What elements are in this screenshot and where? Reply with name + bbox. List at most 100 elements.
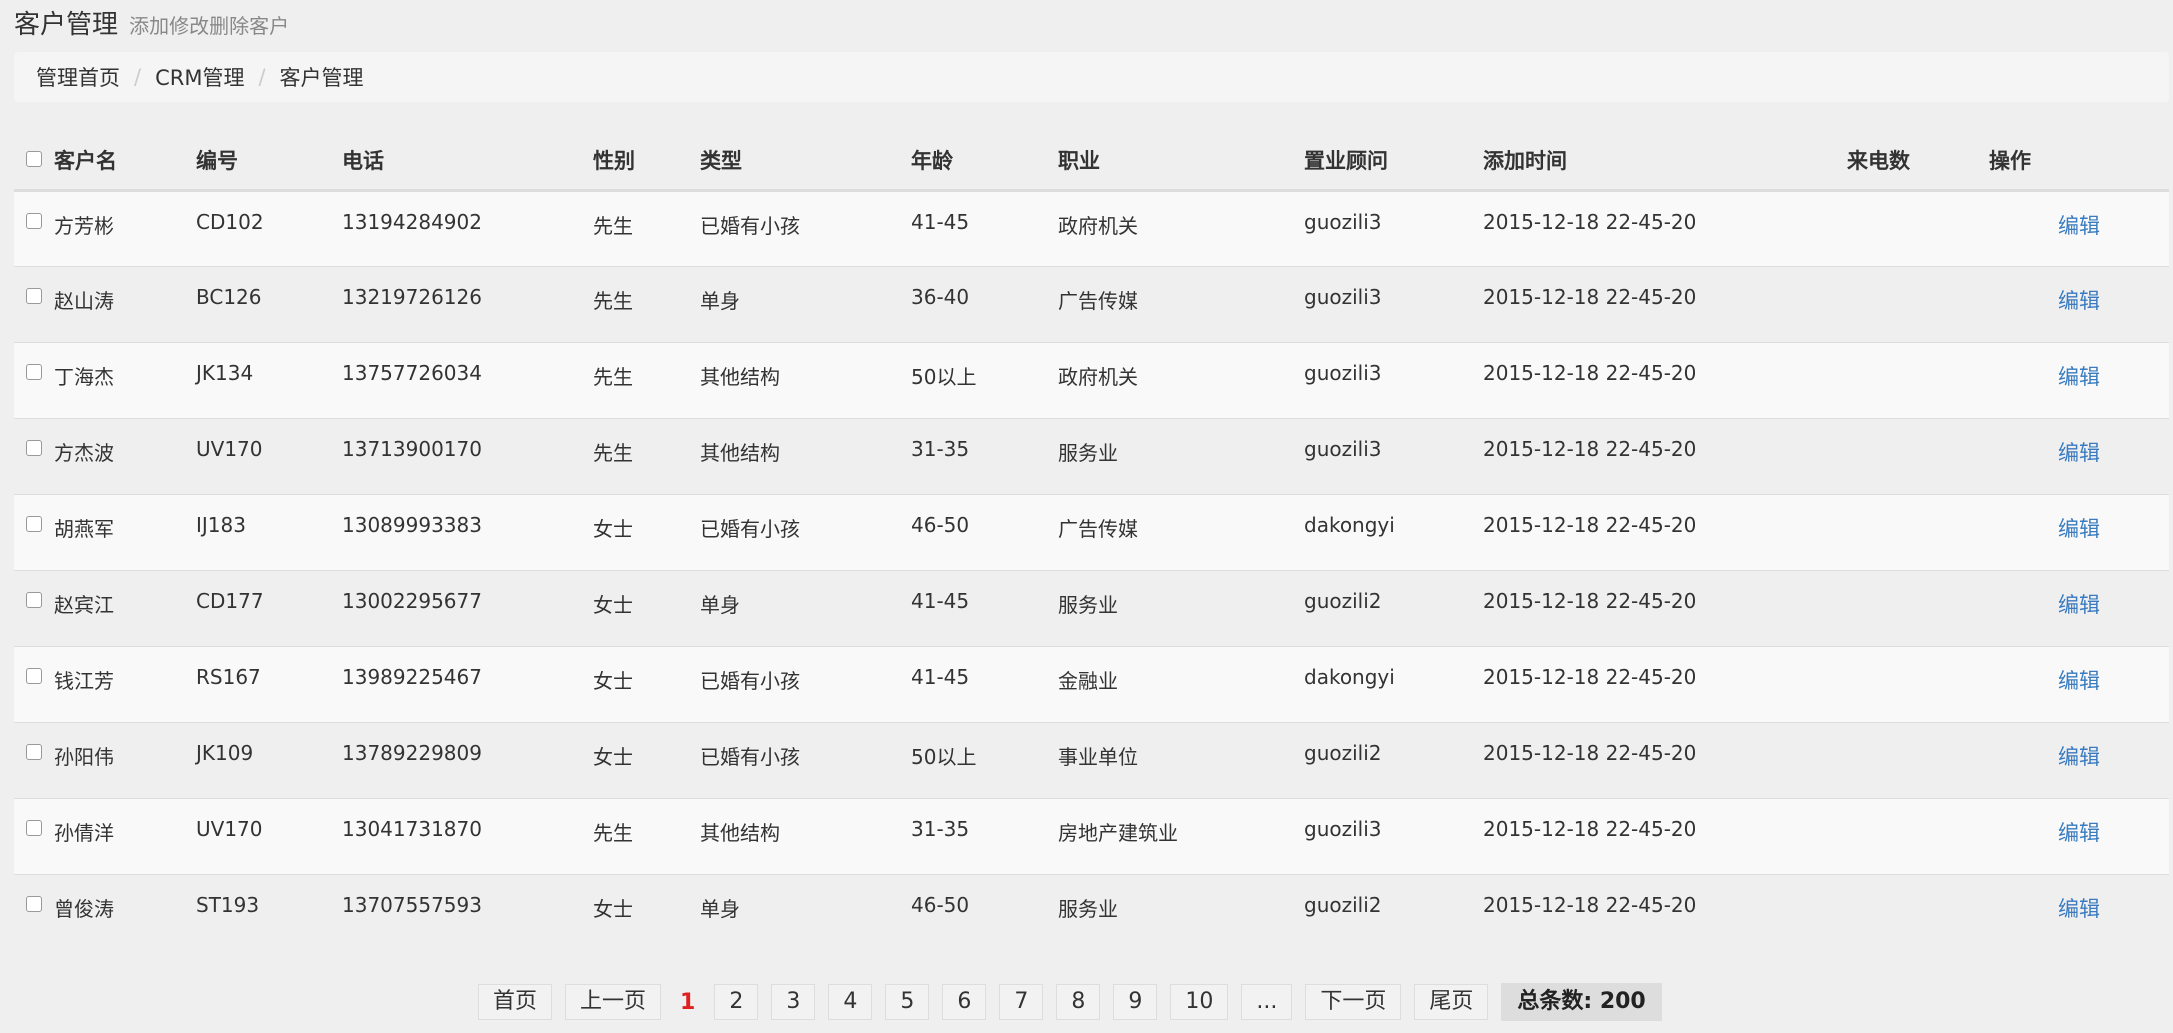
customer-age: 41-45 [907,189,1054,266]
row-checkbox[interactable] [26,667,42,684]
customer-name: 丁海杰 [50,341,192,418]
edit-link[interactable]: 编辑 [2058,214,2100,238]
customer-code: JK109 [192,721,338,798]
row-checkbox[interactable] [26,591,42,608]
edit-link[interactable]: 编辑 [2058,517,2100,541]
customer-table: 客户名 编号 电话 性别 类型 年龄 职业 置业顾问 添加时间 来电数 操作 方… [14,132,2169,950]
col-header-age[interactable]: 年龄 [907,132,1054,192]
row-action-cell: 编辑 [1985,645,2169,722]
customer-gender: 先生 [589,417,696,494]
col-header-type[interactable]: 类型 [696,132,907,192]
col-header-name[interactable]: 客户名 [50,132,192,192]
customer-advisor: guozili3 [1300,341,1479,418]
page-next-button[interactable]: 下一页 [1305,984,1402,1020]
customer-age: 46-50 [907,493,1054,570]
customer-code: RS167 [192,645,338,722]
page-7-button[interactable]: 7 [999,984,1044,1020]
row-action-cell: 编辑 [1985,721,2169,798]
row-checkbox[interactable] [26,439,42,456]
breadcrumb-separator: / [134,65,142,89]
col-header-job[interactable]: 职业 [1054,132,1300,192]
table-row: 方杰波 UV170 13713900170 先生 其他结构 31-35 服务业 guozili… [14,417,2169,494]
customer-advisor: dakongyi [1300,493,1479,570]
page-6-button[interactable]: 6 [942,984,987,1020]
customer-type: 单身 [696,265,907,342]
col-header-action: 操作 [1985,132,2169,192]
customer-job: 服务业 [1054,569,1300,646]
customer-phone: 13757726034 [338,341,589,418]
customer-code: ST193 [192,873,338,950]
customer-call-count [1843,645,1985,722]
page-first-button[interactable]: 首页 [478,984,553,1020]
row-checkbox[interactable] [26,212,42,229]
customer-call-count [1843,797,1985,874]
row-action-cell: 编辑 [1985,493,2169,570]
table-row: 赵宾江 CD177 13002295677 女士 单身 41-45 服务业 guozili2 2… [14,569,2169,646]
col-header-phone[interactable]: 电话 [338,132,589,192]
customer-code: JK134 [192,341,338,418]
breadcrumb-separator: / [258,65,266,89]
col-header-gender[interactable]: 性别 [589,132,696,192]
customer-advisor: guozili3 [1300,189,1479,266]
page-9-button[interactable]: 9 [1113,984,1158,1020]
page-10-button[interactable]: 10 [1170,984,1229,1020]
row-checkbox[interactable] [26,515,42,532]
edit-link[interactable]: 编辑 [2058,365,2100,389]
customer-added-time: 2015-12-18 22-45-20 [1479,797,1843,874]
row-checkbox[interactable] [26,819,42,836]
row-checkbox[interactable] [26,363,42,380]
edit-link[interactable]: 编辑 [2058,441,2100,465]
col-header-calls[interactable]: 来电数 [1843,132,1985,192]
page-3-button[interactable]: 3 [771,984,816,1020]
customer-type: 其他结构 [696,417,907,494]
customer-gender: 先生 [589,797,696,874]
page-5-button[interactable]: 5 [885,984,930,1020]
edit-link[interactable]: 编辑 [2058,593,2100,617]
customer-age: 31-35 [907,417,1054,494]
page-4-button[interactable]: 4 [828,984,873,1020]
breadcrumb: 管理首页 / CRM管理 / 客户管理 [14,52,2169,102]
row-checkbox[interactable] [26,287,42,304]
customer-call-count [1843,569,1985,646]
edit-link[interactable]: 编辑 [2058,897,2100,921]
customer-job: 广告传媒 [1054,493,1300,570]
edit-link[interactable]: 编辑 [2058,669,2100,693]
customer-added-time: 2015-12-18 22-45-20 [1479,189,1843,266]
customer-name: 方杰波 [50,417,192,494]
page-prev-button[interactable]: 上一页 [565,984,662,1020]
select-all-checkbox[interactable] [26,151,42,168]
customer-advisor: guozili2 [1300,873,1479,950]
breadcrumb-home[interactable]: 管理首页 [36,62,120,92]
row-select-cell [14,341,50,418]
row-select-cell [14,189,50,266]
customer-type: 已婚有小孩 [696,645,907,722]
customer-advisor: guozili2 [1300,569,1479,646]
breadcrumb-crm[interactable]: CRM管理 [155,62,244,92]
col-header-code[interactable]: 编号 [192,132,338,192]
customer-job: 政府机关 [1054,341,1300,418]
customer-advisor: guozili3 [1300,797,1479,874]
edit-link[interactable]: 编辑 [2058,289,2100,313]
customer-name: 赵宾江 [50,569,192,646]
edit-link[interactable]: 编辑 [2058,745,2100,769]
row-select-cell [14,797,50,874]
customer-call-count [1843,493,1985,570]
customer-advisor: guozili3 [1300,265,1479,342]
customer-name: 赵山涛 [50,265,192,342]
page-last-button[interactable]: 尾页 [1414,984,1489,1020]
col-header-time[interactable]: 添加时间 [1479,132,1843,192]
page-8-button[interactable]: 8 [1056,984,1101,1020]
page-ellipsis-button[interactable]: ... [1241,984,1293,1020]
customer-gender: 女士 [589,873,696,950]
row-select-cell [14,417,50,494]
page-2-button[interactable]: 2 [714,984,759,1020]
col-header-advisor[interactable]: 置业顾问 [1300,132,1479,192]
row-action-cell: 编辑 [1985,189,2169,266]
customer-name: 孙阳伟 [50,721,192,798]
customer-code: IJ183 [192,493,338,570]
row-checkbox[interactable] [26,743,42,760]
table-row: 胡燕军 IJ183 13089993383 女士 已婚有小孩 46-50 广告传媒 dakon… [14,493,2169,570]
edit-link[interactable]: 编辑 [2058,821,2100,845]
customer-added-time: 2015-12-18 22-45-20 [1479,645,1843,722]
row-checkbox[interactable] [26,895,42,912]
